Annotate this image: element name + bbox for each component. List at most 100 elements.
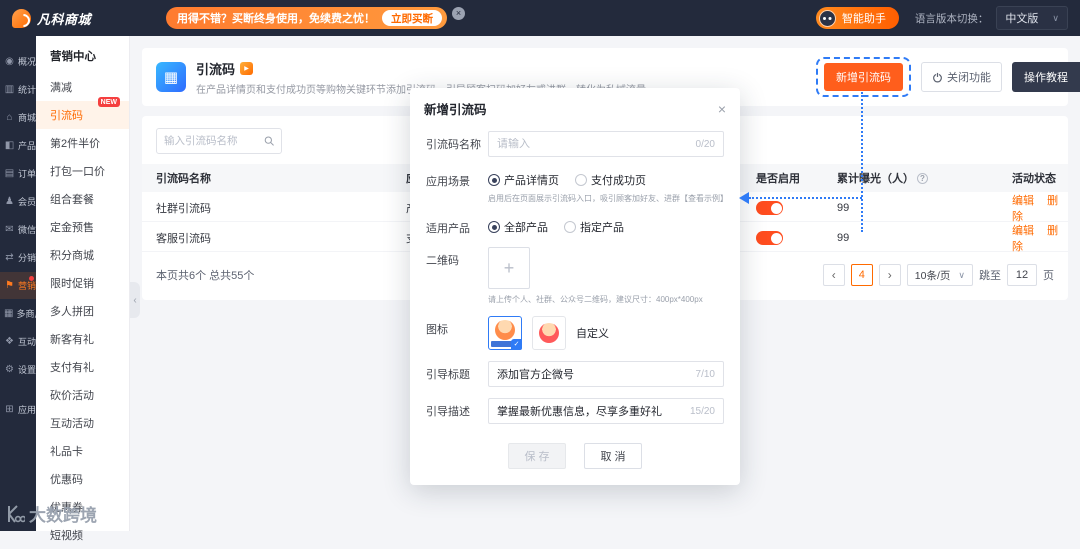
products-icon: ◧: [4, 140, 15, 151]
statistics-icon: ▥: [4, 84, 15, 95]
submenu-item-combo[interactable]: 组合套餐: [36, 185, 129, 213]
rail-item-members[interactable]: ♟ 会员: [0, 188, 36, 215]
submenu-header: 营销中心: [50, 51, 96, 63]
sidebar-collapse-handle[interactable]: ‹: [130, 282, 140, 318]
rail-item-multi-merchant[interactable]: ▦ 多商户: [0, 300, 43, 327]
preset-icon-option-2[interactable]: [532, 316, 566, 350]
qr-upload-box[interactable]: +: [488, 247, 530, 289]
scene-field-label: 应用场景: [426, 176, 470, 188]
guide-title-label: 引导标题: [426, 369, 470, 381]
submenu-item-points-mall[interactable]: 积分商城: [36, 241, 129, 269]
submenu-item-new-customer-gift[interactable]: 新客有礼: [36, 325, 129, 353]
buyout-now-button[interactable]: 立即买断: [382, 10, 442, 26]
marketing-icon: ⚑: [5, 280, 14, 291]
marketing-submenu: 营销中心 满减 引流码 NEW 第2件半价 打包一口价 组合套餐 定金预售 积分商…: [36, 36, 130, 542]
rail-item-marketing[interactable]: ⚑ 营销: [0, 272, 36, 299]
rail-item-statistics[interactable]: ▥ 统计: [0, 76, 36, 103]
modal-header: 新增引流码 ×: [410, 88, 740, 127]
avatar-red-icon: [539, 323, 559, 343]
search-box: [156, 128, 282, 154]
radio-payment-success-page[interactable]: 支付成功页: [575, 172, 646, 188]
add-traffic-code-modal: 新增引流码 × 引流码名称 0/20 应用场景 产品详情页 支付成功页 启用后在…: [410, 88, 740, 485]
save-button[interactable]: 保 存: [508, 443, 566, 469]
submenu-item-gift-card[interactable]: 礼品卡: [36, 437, 129, 465]
page-size-select[interactable]: 10条/页 ∨: [906, 264, 973, 286]
orders-icon: ▤: [4, 168, 15, 179]
guide-title-counter: 7/10: [695, 368, 715, 380]
rail-item-apps[interactable]: ⊞ 应用: [0, 396, 36, 423]
rail-item-overview[interactable]: ◉ 概况: [0, 48, 36, 75]
enable-toggle[interactable]: [756, 201, 783, 215]
code-name-cell: 客服引流码: [156, 233, 211, 245]
prev-page-button[interactable]: ‹: [822, 264, 845, 286]
annotation-horizontal-line: [749, 197, 862, 199]
submenu-item-group-buy[interactable]: 多人拼团: [36, 297, 129, 325]
guide-desc-input[interactable]: [497, 405, 689, 417]
page-title: 引流码: [196, 61, 236, 77]
modal-body: 引流码名称 0/20 应用场景 产品详情页 支付成功页 启用后在页面展示引流码入…: [410, 127, 740, 424]
rail-item-interaction[interactable]: ❖ 互动: [0, 328, 36, 355]
logo-icon: [12, 8, 31, 28]
submenu-item-coupon-code[interactable]: 优惠码: [36, 465, 129, 493]
next-page-button[interactable]: ›: [878, 264, 901, 286]
submenu-item-payment-gift[interactable]: 支付有礼: [36, 353, 129, 381]
submenu-item-bundle-price[interactable]: 打包一口价: [36, 157, 129, 185]
topbar-right: 智能助手 语言版本切换： 中文版 ∨: [815, 6, 1068, 30]
promo-text: 用得不错？买断终身使用，免续费之忧！: [177, 13, 375, 25]
chevron-down-icon: ∨: [958, 269, 965, 280]
exposure-cell: 99: [837, 202, 850, 214]
video-tutorial-icon[interactable]: ▶: [240, 61, 254, 75]
annotation-arrowhead: [739, 192, 749, 204]
guide-title-input-wrap: 7/10: [488, 361, 724, 387]
watermark: 大数跨境: [5, 501, 97, 526]
close-feature-button[interactable]: 关闭功能: [921, 62, 1002, 92]
radio-off-icon: [575, 174, 587, 186]
edit-link[interactable]: 编辑: [1012, 195, 1034, 207]
name-field-label: 引流码名称: [426, 139, 481, 151]
submenu-item-presale[interactable]: 定金预售: [36, 213, 129, 241]
search-input[interactable]: [164, 135, 260, 147]
rail-item-settings[interactable]: ⚙ 设置: [0, 356, 36, 383]
radio-all-products[interactable]: 全部产品: [488, 219, 548, 235]
submenu-item-flash-sale[interactable]: 限时促销: [36, 269, 129, 297]
jump-page-input[interactable]: [1007, 264, 1037, 286]
cancel-button[interactable]: 取 消: [584, 443, 642, 469]
current-page-button[interactable]: 4: [850, 264, 873, 286]
col-header-exposure: 累计曝光（人）?: [837, 170, 1012, 186]
qr-hint: 请上传个人、社群、公众号二维码，建议尺寸：400px*400px: [488, 295, 703, 304]
search-icon[interactable]: [264, 135, 274, 147]
preset-icon-option-1[interactable]: ✓: [488, 316, 522, 350]
new-badge: NEW: [97, 97, 120, 107]
logo-text: 凡科商城: [37, 11, 92, 27]
promo-close-icon[interactable]: ×: [452, 6, 465, 20]
enable-toggle[interactable]: [756, 231, 783, 245]
submenu-item-second-half-price[interactable]: 第2件半价: [36, 129, 129, 157]
rail-item-mall[interactable]: ⌂ 商城: [0, 104, 36, 131]
app-logo: 凡科商城: [12, 8, 124, 28]
smart-assistant-button[interactable]: 智能助手: [815, 7, 899, 29]
submenu-item-bargain[interactable]: 砍价活动: [36, 381, 129, 409]
edit-link[interactable]: 编辑: [1012, 225, 1034, 237]
radio-selected-products[interactable]: 指定产品: [564, 219, 624, 235]
custom-icon-option[interactable]: 自定义: [576, 325, 609, 341]
modal-title: 新增引流码: [424, 103, 487, 117]
rail-item-products[interactable]: ◧ 产品: [0, 132, 36, 159]
tutorial-button[interactable]: 操作教程: [1012, 62, 1080, 92]
code-name-cell: 社群引流码: [156, 203, 211, 215]
radio-product-detail-page[interactable]: 产品详情页: [488, 172, 559, 188]
submenu-item-interactive[interactable]: 互动活动: [36, 409, 129, 437]
code-name-input[interactable]: [497, 138, 689, 150]
rail-item-wechat[interactable]: ✉ 微信: [0, 216, 36, 243]
rail-item-distribution[interactable]: ⇄ 分销: [0, 244, 36, 271]
product-field-label: 适用产品: [426, 223, 470, 235]
add-traffic-code-button[interactable]: 新增引流码: [824, 63, 903, 91]
info-icon[interactable]: ?: [917, 173, 928, 184]
submenu-item-traffic-code[interactable]: 引流码 NEW: [36, 97, 129, 129]
overview-icon: ◉: [5, 56, 14, 67]
guide-title-input[interactable]: [497, 368, 689, 380]
language-select[interactable]: 中文版 ∨: [996, 6, 1068, 30]
rail-item-orders[interactable]: ▤ 订单: [0, 160, 36, 187]
close-icon[interactable]: ×: [718, 102, 726, 116]
page-summary: 本页共6个 总共55个: [156, 270, 255, 282]
check-icon: ✓: [511, 339, 522, 350]
